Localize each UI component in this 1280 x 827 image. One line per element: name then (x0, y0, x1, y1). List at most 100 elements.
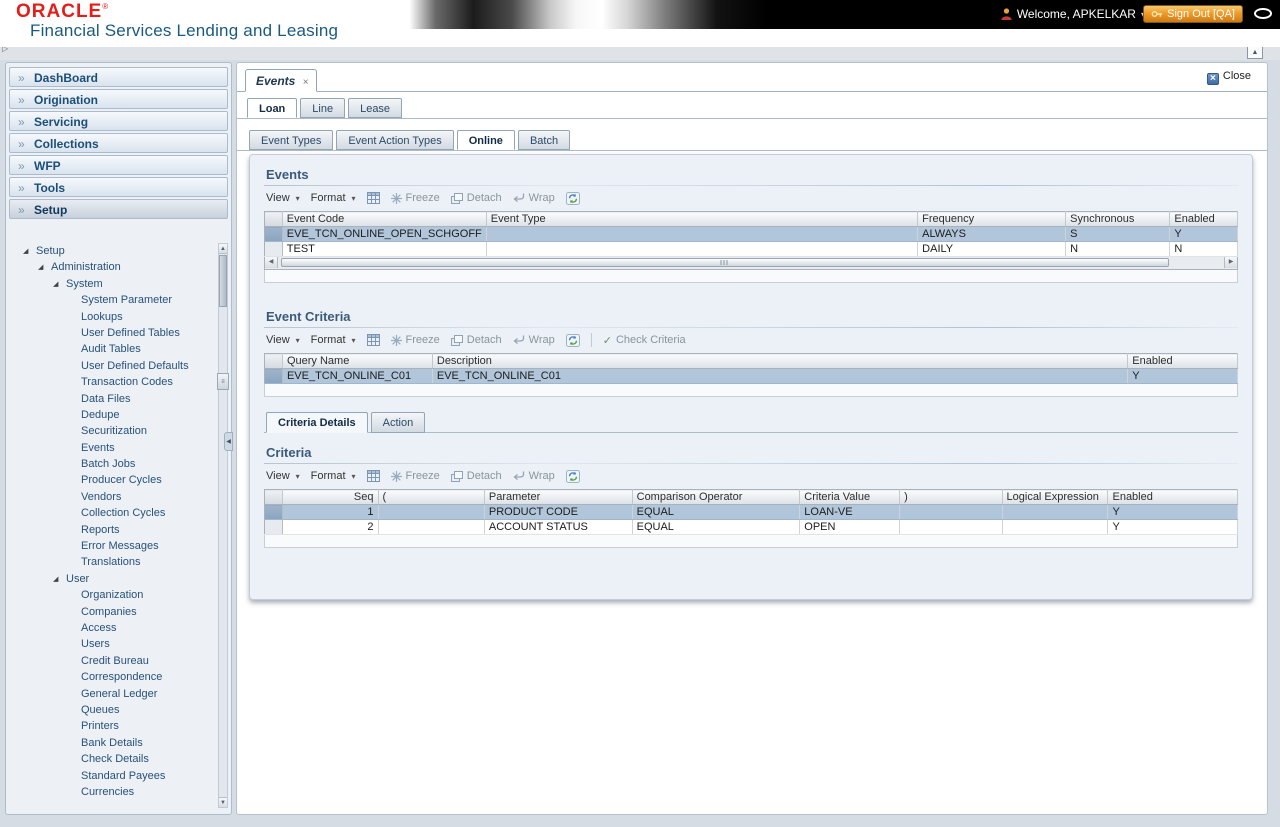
detach-button[interactable]: Detach (450, 334, 502, 346)
events-hscrollbar[interactable]: ◀ ▶ (264, 257, 1238, 270)
export-button[interactable] (366, 192, 380, 204)
tree-item-queues[interactable]: Queues (6, 702, 217, 718)
tree-scrollbar-thumb[interactable] (219, 255, 227, 307)
table-row[interactable]: 1 PRODUCT CODE EQUAL LOAN-VE Y (264, 504, 1238, 520)
view-menu-button[interactable]: View ▾ (266, 192, 300, 204)
tree-item-users[interactable]: Users (6, 636, 217, 652)
scroll-down-arrow-icon[interactable]: ▼ (219, 797, 227, 807)
tree-item-administration[interactable]: ◢ Administration (6, 259, 217, 275)
sidebar-item-tools[interactable]: » Tools (9, 177, 228, 197)
freeze-button[interactable]: Freeze (390, 470, 440, 482)
expanded-node-icon[interactable]: ◢ (38, 260, 51, 275)
sidebar-item-collections[interactable]: » Collections (9, 133, 228, 153)
tab-loan[interactable]: Loan (247, 98, 298, 118)
tree-item-translations[interactable]: Translations (6, 554, 217, 570)
freeze-button[interactable]: Freeze (390, 192, 440, 204)
tree-item-reports[interactable]: Reports (6, 522, 217, 538)
row-selector[interactable] (264, 504, 283, 520)
tree-item-user-defined-defaults[interactable]: User Defined Defaults (6, 358, 217, 374)
format-menu-button[interactable]: Format ▾ (311, 192, 356, 204)
tab-event-action-types[interactable]: Event Action Types (336, 130, 454, 150)
export-button[interactable] (366, 470, 380, 482)
sidebar-item-origination[interactable]: » Origination (9, 89, 228, 109)
tree-item-correspondence[interactable]: Correspondence (6, 669, 217, 685)
tree-item-currencies[interactable]: Currencies (6, 784, 217, 800)
table-row[interactable]: TEST DAILY N N (264, 241, 1238, 257)
sidebar-item-servicing[interactable]: » Servicing (9, 111, 228, 131)
sidebar-item-setup[interactable]: » Setup (9, 199, 228, 219)
refresh-button[interactable] (565, 469, 580, 483)
row-selector[interactable] (264, 241, 283, 257)
tree-item-access[interactable]: Access (6, 620, 217, 636)
freeze-button[interactable]: Freeze (390, 334, 440, 346)
sidebar-item-dashboard[interactable]: » DashBoard (9, 67, 228, 87)
wrap-button[interactable]: Wrap (513, 192, 555, 204)
oracle-oval-icon[interactable] (1254, 8, 1272, 19)
tab-criteria-details[interactable]: Criteria Details (266, 412, 368, 433)
format-menu-button[interactable]: Format ▾ (311, 334, 356, 346)
export-button[interactable] (366, 334, 380, 346)
refresh-button[interactable] (565, 333, 580, 347)
wrap-button[interactable]: Wrap (513, 470, 555, 482)
table-row[interactable]: EVE_TCN_ONLINE_OPEN_SCHGOFF ALWAYS S Y (264, 226, 1238, 242)
table-row[interactable]: 2 ACCOUNT STATUS EQUAL OPEN Y (264, 519, 1238, 535)
tree-item-system-parameter[interactable]: System Parameter (6, 292, 217, 308)
refresh-button[interactable] (565, 191, 580, 205)
tree-item-setup[interactable]: ◢ Setup (6, 243, 217, 259)
tree-item-companies[interactable]: Companies (6, 604, 217, 620)
row-selector[interactable] (264, 368, 283, 384)
sign-out-button[interactable]: Sign Out [QA] (1143, 5, 1243, 23)
tree-item-events[interactable]: Events (6, 440, 217, 456)
tab-close-icon[interactable]: × (303, 77, 309, 88)
tab-lease[interactable]: Lease (348, 98, 403, 118)
expanded-node-icon[interactable]: ◢ (23, 244, 36, 259)
tree-item-error-messages[interactable]: Error Messages (6, 538, 217, 554)
scroll-right-arrow-icon[interactable]: ▶ (1224, 257, 1237, 268)
tree-item-dedupe[interactable]: Dedupe (6, 407, 217, 423)
tree-item-transaction-codes[interactable]: Transaction Codes (6, 374, 217, 390)
tree-item-credit-bureau[interactable]: Credit Bureau (6, 653, 217, 669)
table-row[interactable]: EVE_TCN_ONLINE_C01 EVE_TCN_ONLINE_C01 Y (264, 368, 1238, 384)
tree-item-vendors[interactable]: Vendors (6, 489, 217, 505)
row-selector[interactable] (264, 226, 283, 242)
sidebar-item-wfp[interactable]: » WFP (9, 155, 228, 175)
tree-item-collection-cycles[interactable]: Collection Cycles (6, 505, 217, 521)
scroll-left-arrow-icon[interactable]: ◀ (265, 257, 278, 268)
tree-item-data-files[interactable]: Data Files (6, 391, 217, 407)
tree-item-standard-payees[interactable]: Standard Payees (6, 768, 217, 784)
tree-item-user-defined-tables[interactable]: User Defined Tables (6, 325, 217, 341)
tree-item-batch-jobs[interactable]: Batch Jobs (6, 456, 217, 472)
check-criteria-button[interactable]: ✓ Check Criteria (603, 334, 686, 347)
wrap-button[interactable]: Wrap (513, 334, 555, 346)
tab-line[interactable]: Line (300, 98, 346, 118)
row-selector[interactable] (264, 519, 283, 535)
tree-item-bank-details[interactable]: Bank Details (6, 735, 217, 751)
detach-button[interactable]: Detach (450, 192, 502, 204)
scrollbar-handle[interactable]: ≡ (217, 373, 229, 390)
tab-events[interactable]: Events × (245, 69, 317, 92)
tab-event-types[interactable]: Event Types (249, 130, 334, 150)
page-scroll-up-button[interactable]: ▲ (1247, 46, 1263, 59)
user-menu[interactable]: Welcome, APKELKAR ▾ (1001, 7, 1145, 21)
expanded-node-icon[interactable]: ◢ (53, 277, 66, 292)
view-menu-button[interactable]: View ▾ (266, 470, 300, 482)
sidebar-collapse-button[interactable]: ◀ (224, 432, 233, 451)
expanded-node-icon[interactable]: ◢ (53, 572, 66, 587)
tree-item-organization[interactable]: Organization (6, 587, 217, 603)
close-button[interactable]: × Close (1206, 70, 1251, 85)
tree-item-producer-cycles[interactable]: Producer Cycles (6, 472, 217, 488)
tree-item-check-details[interactable]: Check Details (6, 751, 217, 767)
tree-item-printers[interactable]: Printers (6, 718, 217, 734)
tree-item-general-ledger[interactable]: General Ledger (6, 686, 217, 702)
tab-online[interactable]: Online (456, 130, 515, 150)
tab-batch[interactable]: Batch (517, 130, 571, 150)
detach-button[interactable]: Detach (450, 470, 502, 482)
tree-item-audit-tables[interactable]: Audit Tables (6, 341, 217, 357)
tree-item-user[interactable]: ◢ User (6, 571, 217, 587)
hscrollbar-thumb[interactable] (281, 258, 1169, 267)
format-menu-button[interactable]: Format ▾ (311, 470, 356, 482)
view-menu-button[interactable]: View ▾ (266, 334, 300, 346)
tree-scrollbar[interactable]: ▲ ▼ (218, 243, 228, 808)
scroll-up-arrow-icon[interactable]: ▲ (219, 244, 227, 254)
tab-action[interactable]: Action (370, 412, 426, 433)
